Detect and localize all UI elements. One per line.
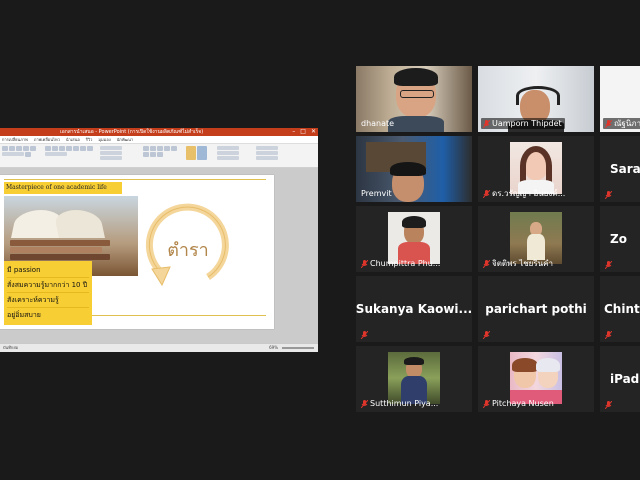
participant-mic bbox=[481, 331, 493, 339]
slide-top-line bbox=[4, 179, 266, 180]
participant-mic bbox=[603, 191, 615, 199]
ppt-ribbon-tabs: การเปลี่ยนภาพ ภาพเคลื่อนไหว นำเสนอ รีวิว… bbox=[0, 136, 318, 144]
mic-muted-icon bbox=[361, 331, 368, 339]
mic-muted-icon bbox=[483, 259, 490, 268]
participant-name-large: parichart pothi bbox=[485, 302, 587, 316]
ribbon-tab[interactable]: ภาพเคลื่อนไหว bbox=[34, 136, 60, 143]
participant-tile[interactable]: dhanate bbox=[356, 66, 472, 132]
mic-muted-icon bbox=[605, 191, 612, 199]
ppt-window-title: เอกสารนำเสนอ - PowerPoint (การเปิดใช้งาน… bbox=[60, 129, 204, 135]
participant-tile[interactable]: ณัฐนิภา bbox=[600, 66, 640, 132]
participant-tile[interactable]: Uamporn Thipdet bbox=[478, 66, 594, 132]
mic-muted-icon bbox=[361, 259, 368, 268]
participant-mic bbox=[603, 331, 615, 339]
ribbon-tab[interactable]: มุมมอง bbox=[98, 136, 110, 143]
participant-name: Premvit bbox=[361, 189, 392, 198]
notes-label[interactable]: บันทึกย่อ bbox=[3, 344, 18, 352]
participant-tile[interactable]: Saraw bbox=[600, 136, 640, 202]
participant-tile[interactable]: Chumpittra Phu... bbox=[356, 206, 472, 272]
zoom-level[interactable]: 69% bbox=[269, 344, 278, 352]
participant-name: Sutthimun Piya... bbox=[359, 398, 441, 409]
mic-muted-icon bbox=[483, 119, 490, 128]
participant-tile[interactable]: Sukanya Kaowi... bbox=[356, 276, 472, 342]
ppt-ribbon bbox=[0, 144, 318, 168]
participant-name: จิตติพร ไชยรินคำ bbox=[481, 258, 556, 269]
participant-name: Uamporn Thipdet bbox=[481, 118, 565, 129]
mic-muted-icon bbox=[483, 189, 490, 198]
slide-bullet: มี passion bbox=[7, 263, 89, 278]
participant-name: ดร.วรัญญา อินยงค์... bbox=[481, 188, 568, 199]
slide-bullet: สั่งสมความรู้มากกว่า 10 ปี bbox=[7, 278, 89, 293]
mic-muted-icon bbox=[605, 331, 612, 339]
participant-name: ณัฐนิภา bbox=[603, 118, 640, 129]
ribbon-tab[interactable]: นักพัฒนา bbox=[117, 136, 133, 143]
ppt-statusbar: บันทึกย่อ 69% bbox=[0, 343, 318, 352]
cycle-word: ตำรา bbox=[167, 240, 209, 261]
mic-muted-icon bbox=[483, 399, 490, 408]
ribbon-tab[interactable]: นำเสนอ bbox=[66, 136, 80, 143]
slide-bullet-box: มี passion สั่งสมความรู้มากกว่า 10 ปี สั… bbox=[4, 261, 92, 325]
zoom-slider[interactable] bbox=[282, 347, 314, 349]
participant-mic bbox=[603, 261, 615, 269]
mic-muted-icon bbox=[605, 261, 612, 269]
participant-tile[interactable]: จิตติพร ไชยรินคำ bbox=[478, 206, 594, 272]
participant-tile[interactable]: ดร.วรัญญา อินยงค์... bbox=[478, 136, 594, 202]
participant-name: Pitchaya Nusen bbox=[481, 398, 557, 409]
participant-name-large: Sukanya Kaowi... bbox=[356, 302, 472, 316]
participant-tile[interactable]: parichart pothi bbox=[478, 276, 594, 342]
participant-tile[interactable]: Chinta bbox=[600, 276, 640, 342]
participant-name: Chumpittra Phu... bbox=[359, 258, 443, 269]
mic-muted-icon bbox=[483, 331, 490, 339]
participant-mic bbox=[359, 331, 371, 339]
slide: Masterpiece of one academic life ตำรา มี… bbox=[0, 175, 274, 329]
participant-tile[interactable]: Sutthimun Piya... bbox=[356, 346, 472, 412]
slide-heading: Masterpiece of one academic life bbox=[4, 182, 122, 194]
participant-tile[interactable]: iPad bbox=[600, 346, 640, 412]
participant-tile[interactable]: Premvit bbox=[356, 136, 472, 202]
slide-bullet: อยู่อิ่มสบาย bbox=[7, 311, 41, 319]
shared-screen: เอกสารนำเสนอ - PowerPoint (การเปิดใช้งาน… bbox=[0, 128, 318, 352]
maximize-icon[interactable]: □ bbox=[300, 128, 306, 136]
mic-muted-icon bbox=[605, 401, 612, 409]
participant-tile[interactable]: Pitchaya Nusen bbox=[478, 346, 594, 412]
participant-name: dhanate bbox=[361, 119, 395, 128]
ribbon-tab[interactable]: รีวิว bbox=[86, 136, 93, 143]
slide-bullet: สังเคราะห์ความรู้ bbox=[7, 293, 89, 308]
participant-mic bbox=[603, 401, 615, 409]
mic-muted-icon bbox=[605, 119, 612, 128]
close-icon[interactable]: ✕ bbox=[311, 128, 316, 136]
participant-tile[interactable]: Zo bbox=[600, 206, 640, 272]
ppt-titlebar: เอกสารนำเสนอ - PowerPoint (การเปิดใช้งาน… bbox=[0, 128, 318, 136]
minimize-icon[interactable]: – bbox=[292, 128, 295, 136]
mic-muted-icon bbox=[361, 399, 368, 408]
ribbon-tab[interactable]: การเปลี่ยนภาพ bbox=[2, 136, 28, 143]
